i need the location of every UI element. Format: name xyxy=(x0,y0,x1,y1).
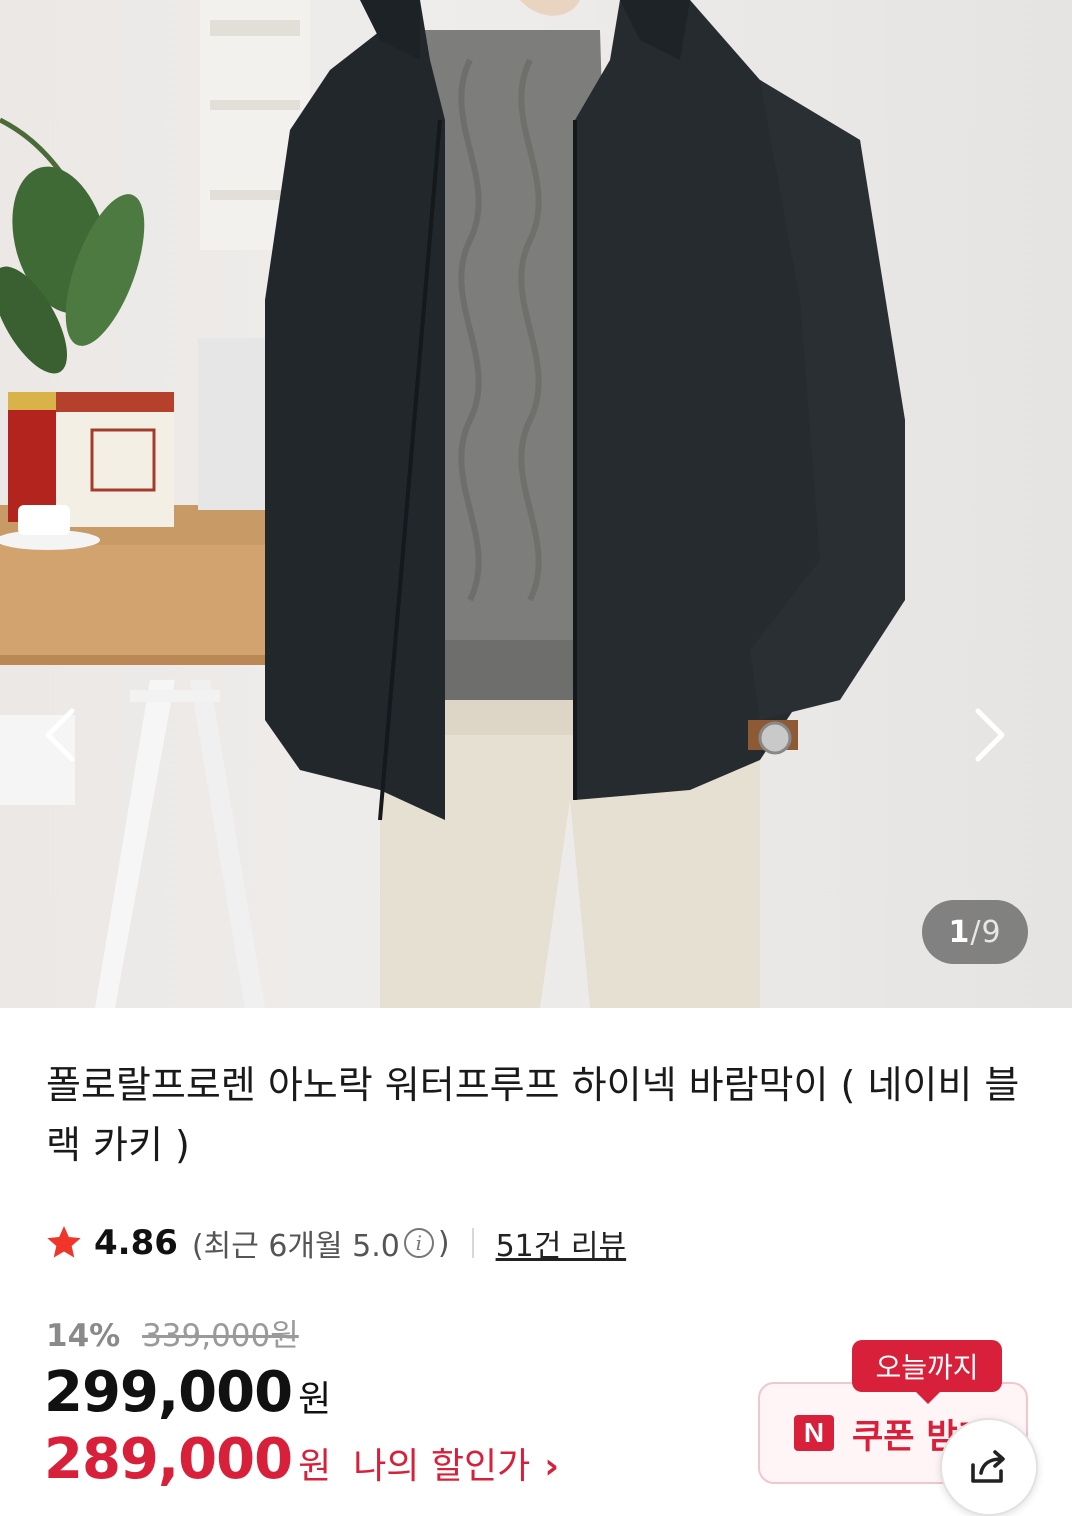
image-counter: 1 / 9 xyxy=(922,900,1028,964)
chevron-left-icon xyxy=(45,708,75,762)
info-icon[interactable]: i xyxy=(403,1228,434,1258)
divider xyxy=(471,1228,474,1258)
share-button[interactable] xyxy=(940,1418,1038,1516)
discount-row: 14% 339,000원 xyxy=(46,1310,299,1355)
product-title: 폴로랄프로렌 아노락 워터프루프 하이넥 바람막이 ( 네이비 블랙 카키 ) xyxy=(46,1063,1020,1167)
my-price: 289,000 xyxy=(44,1427,293,1492)
discount-rate: 14% xyxy=(46,1318,121,1354)
my-discount-price-link[interactable]: 289,000 원 나의 할인가 › xyxy=(44,1427,559,1492)
coupon-deadline-badge: 오늘까지 xyxy=(852,1340,1002,1404)
product-image[interactable]: 1 / 9 xyxy=(0,0,1072,1008)
chevron-right-icon xyxy=(975,708,1005,762)
my-price-unit: 원 xyxy=(298,1446,332,1487)
share-icon xyxy=(971,1450,1005,1483)
price-row: 299,000 원 xyxy=(44,1360,331,1425)
original-price: 339,000원 xyxy=(142,1318,299,1354)
review-count-link[interactable]: 51건 리뷰 xyxy=(496,1221,627,1265)
star-icon xyxy=(47,1226,81,1258)
recent-rating: (최근 6개월 5.0 xyxy=(191,1229,400,1264)
sale-price-unit: 원 xyxy=(298,1379,332,1420)
chevron-right-icon: › xyxy=(544,1446,560,1487)
sale-price: 299,000 xyxy=(44,1360,293,1425)
rating-score: 4.86 xyxy=(94,1223,178,1263)
next-image-button[interactable] xyxy=(970,705,1030,775)
naver-logo-icon: N xyxy=(794,1415,834,1451)
prev-image-button[interactable] xyxy=(40,705,100,775)
recent-rating-close: ) xyxy=(437,1225,450,1261)
image-counter-separator: / xyxy=(970,914,982,950)
product-photo-illustration xyxy=(0,0,905,1008)
image-counter-current: 1 xyxy=(948,914,971,950)
my-price-label: 나의 할인가 xyxy=(353,1446,531,1487)
rating-row: 4.86 (최근 6개월 5.0 i ) 51건 리뷰 xyxy=(44,1218,626,1268)
image-counter-total: 9 xyxy=(981,914,1002,950)
